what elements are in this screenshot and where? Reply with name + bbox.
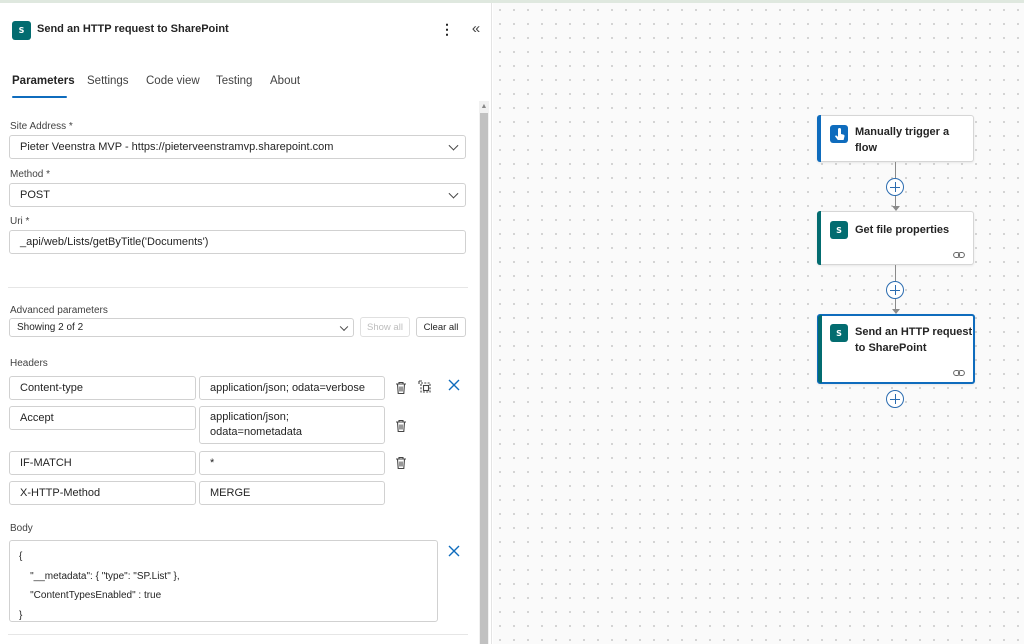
scrollbar[interactable]: ▲ <box>479 101 489 644</box>
header-key-input[interactable]: Accept <box>9 406 196 430</box>
node-accent-bar <box>817 115 821 162</box>
header-value-input[interactable]: application/json; odata=verbose <box>199 376 385 400</box>
node-title: Manually trigger a flow <box>855 124 949 156</box>
headers-label: Headers <box>10 358 48 369</box>
header-key-text: X-HTTP-Method <box>20 487 101 499</box>
flow-designer-canvas[interactable]: Manually trigger a flow S Get file prope… <box>493 3 1024 644</box>
divider <box>8 287 468 288</box>
parameters-form: ▲ Site Address * Pieter Veenstra MVP - h… <box>0 101 491 644</box>
advanced-parameters-value: Showing 2 of 2 <box>17 322 84 333</box>
delete-icon[interactable] <box>395 381 407 395</box>
header-key-input[interactable]: IF-MATCH <box>9 451 196 475</box>
flow-node-get-file-properties[interactable]: S Get file properties <box>817 211 974 265</box>
chevron-down-icon <box>339 322 349 331</box>
node-title-line2: to SharePoint <box>855 342 927 354</box>
sharepoint-icon: S <box>830 324 848 342</box>
header-key-input[interactable]: Content-type <box>9 376 196 400</box>
scrollbar-thumb[interactable] <box>480 113 488 644</box>
header-key-input[interactable]: X-HTTP-Method <box>9 481 196 505</box>
tab-code-view[interactable]: Code view <box>146 75 200 87</box>
more-vertical-icon[interactable]: ⋮ <box>440 19 454 39</box>
panel-header: S Send an HTTP request to SharePoint ⋮ « <box>0 3 491 55</box>
sharepoint-icon: S <box>830 221 848 239</box>
method-label: Method * <box>10 169 51 180</box>
tab-parameters[interactable]: Parameters <box>12 75 75 87</box>
chevron-down-icon <box>448 140 459 151</box>
header-value-line1: application/json; <box>210 411 289 423</box>
header-value-input[interactable]: * <box>199 451 385 475</box>
body-label: Body <box>10 523 33 534</box>
method-value: POST <box>20 189 50 201</box>
active-tab-indicator <box>12 96 67 98</box>
header-value-text: MERGE <box>210 487 251 499</box>
delete-icon[interactable] <box>395 419 407 433</box>
flow-node-send-http-request[interactable]: S Send an HTTP request to SharePoint <box>817 314 975 384</box>
site-address-label: Site Address * <box>10 121 73 132</box>
switch-to-text-mode-icon[interactable] <box>418 380 432 394</box>
header-value-input[interactable]: application/json; odata=nometadata <box>199 406 385 444</box>
divider <box>8 634 468 635</box>
scroll-up-icon[interactable]: ▲ <box>479 103 489 111</box>
node-title-line2: flow <box>855 142 877 154</box>
flow-node-manual-trigger[interactable]: Manually trigger a flow <box>817 115 974 162</box>
link-icon <box>953 252 965 258</box>
double-chevron-left-icon[interactable]: « <box>468 19 484 39</box>
method-dropdown[interactable]: POST <box>9 183 466 207</box>
action-details-panel: S Send an HTTP request to SharePoint ⋮ «… <box>0 3 492 644</box>
close-icon[interactable] <box>447 544 461 558</box>
header-key-text: Accept <box>20 412 54 424</box>
manual-trigger-icon <box>830 125 848 143</box>
site-address-dropdown[interactable]: Pieter Veenstra MVP - https://pieterveen… <box>9 135 466 159</box>
node-accent-bar <box>818 315 822 383</box>
node-accent-bar <box>817 211 821 265</box>
add-step-icon[interactable] <box>886 390 904 408</box>
node-title-line1: Manually trigger a <box>855 126 950 138</box>
show-all-button[interactable]: Show all <box>360 317 410 337</box>
uri-label: Uri * <box>10 216 30 227</box>
advanced-parameters-label: Advanced parameters <box>10 305 108 316</box>
body-input[interactable]: { "__metadata": { "type": "SP.List" }, "… <box>9 540 438 622</box>
header-value-line2: odata=nometadata <box>210 426 303 438</box>
add-step-icon[interactable] <box>886 281 904 299</box>
delete-icon[interactable] <box>395 456 407 470</box>
sharepoint-icon: S <box>12 21 31 40</box>
node-title-line1: Send an HTTP request <box>855 326 973 338</box>
tab-about[interactable]: About <box>270 75 300 87</box>
header-value-input[interactable]: MERGE <box>199 481 385 505</box>
advanced-parameters-dropdown[interactable]: Showing 2 of 2 <box>9 318 354 337</box>
uri-input[interactable]: _api/web/Lists/getByTitle('Documents') <box>9 230 466 254</box>
link-icon <box>953 370 965 376</box>
panel-title: Send an HTTP request to SharePoint <box>37 23 229 35</box>
header-value-text: application/json; odata=verbose <box>210 382 366 394</box>
node-title: Send an HTTP request to SharePoint <box>855 324 972 356</box>
node-title: Get file properties <box>855 224 950 236</box>
add-step-icon[interactable] <box>886 178 904 196</box>
clear-all-button[interactable]: Clear all <box>416 317 466 337</box>
chevron-down-icon <box>448 188 459 199</box>
site-address-value: Pieter Veenstra MVP - https://pieterveen… <box>20 141 334 153</box>
tab-settings[interactable]: Settings <box>87 75 129 87</box>
header-key-text: Content-type <box>20 382 83 394</box>
header-value-text: * <box>210 457 215 469</box>
tab-testing[interactable]: Testing <box>216 75 252 87</box>
close-icon[interactable] <box>447 378 461 392</box>
uri-value: _api/web/Lists/getByTitle('Documents') <box>20 236 209 248</box>
header-key-text: IF-MATCH <box>20 457 72 469</box>
